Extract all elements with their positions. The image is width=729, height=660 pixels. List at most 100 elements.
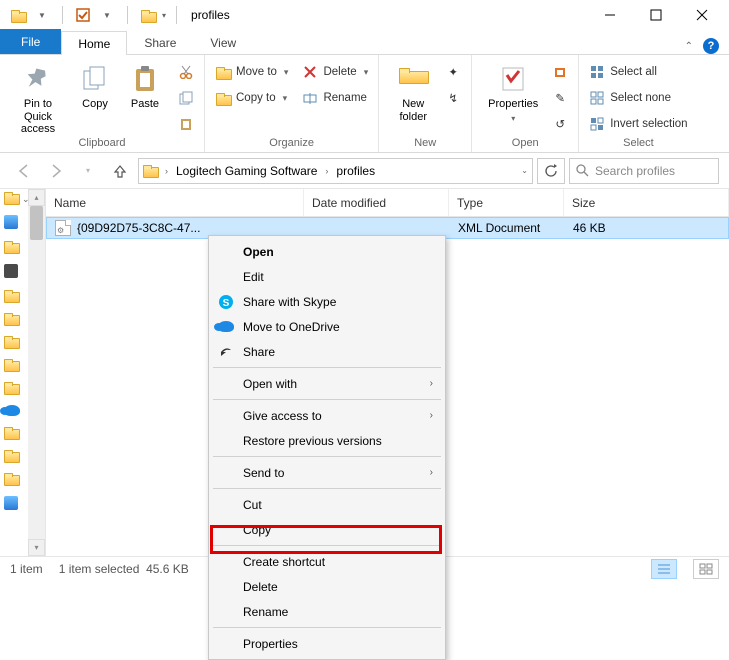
group-label-clipboard: Clipboard: [0, 137, 204, 152]
easy-access-button[interactable]: ↯: [445, 87, 461, 109]
thumbnails-view-button[interactable]: [693, 559, 719, 579]
ctx-copy[interactable]: Copy: [211, 517, 443, 542]
refresh-button[interactable]: [537, 158, 565, 184]
delete-button[interactable]: Delete▾: [302, 61, 368, 83]
edit-button[interactable]: ✎: [552, 87, 568, 109]
new-folder-button[interactable]: New folder: [389, 59, 437, 123]
move-to-button[interactable]: Move to▾: [215, 61, 288, 83]
scroll-thumb[interactable]: [30, 206, 43, 240]
sidebar-folder-icon[interactable]: [4, 427, 18, 438]
sidebar-scrollbar[interactable]: ▴ ▾: [28, 189, 45, 556]
tab-home[interactable]: Home: [61, 31, 127, 55]
history-dropdown-icon[interactable]: ▾: [74, 157, 102, 185]
select-all-button[interactable]: Select all: [589, 61, 687, 83]
sidebar-folder-icon[interactable]: [4, 336, 18, 347]
checkbox-icon[interactable]: [73, 5, 93, 25]
ctx-cut[interactable]: Cut: [211, 492, 443, 517]
sidebar-folder-icon[interactable]: [4, 450, 18, 461]
new-item-button[interactable]: ✦: [445, 61, 461, 83]
tab-file[interactable]: File: [0, 29, 61, 54]
folder-icon: [8, 5, 28, 25]
forward-button[interactable]: [42, 157, 70, 185]
invert-icon: [589, 116, 605, 132]
close-button[interactable]: [679, 1, 725, 29]
paste-label: Paste: [131, 98, 159, 111]
sidebar-folder-icon[interactable]: [4, 192, 18, 203]
column-header-size[interactable]: Size: [564, 189, 729, 216]
qat-dropdown-icon[interactable]: ▾: [162, 11, 166, 20]
sidebar-onedrive-icon[interactable]: [4, 405, 20, 415]
ctx-edit[interactable]: Edit: [211, 264, 443, 289]
chevron-down-icon: ▾: [281, 93, 288, 104]
address-bar[interactable]: › Logitech Gaming Software › profiles ⌄: [138, 158, 533, 184]
select-none-button[interactable]: Select none: [589, 87, 687, 109]
sidebar-folder-icon[interactable]: [4, 359, 18, 370]
details-view-button[interactable]: [651, 559, 677, 579]
invert-selection-button[interactable]: Invert selection: [589, 113, 687, 135]
sidebar-folder-icon[interactable]: [4, 290, 18, 301]
sidebar-folder-icon[interactable]: [4, 241, 18, 252]
column-headers: Name Date modified Type Size: [46, 189, 729, 217]
ctx-open-with[interactable]: Open with›: [211, 371, 443, 396]
ctx-share-skype[interactable]: SShare with Skype: [211, 289, 443, 314]
copy-to-button[interactable]: Copy to▾: [215, 87, 288, 109]
ctx-move-onedrive[interactable]: Move to OneDrive: [211, 314, 443, 339]
search-input[interactable]: Search profiles: [569, 158, 719, 184]
history-button[interactable]: ↺: [552, 113, 568, 135]
copy-icon: [79, 63, 111, 95]
sidebar-folder-icon[interactable]: [4, 313, 18, 324]
copy-button[interactable]: Copy: [74, 59, 116, 111]
sidebar-thispc-icon[interactable]: [4, 496, 18, 510]
maximize-button[interactable]: [633, 1, 679, 29]
help-icon[interactable]: ?: [703, 38, 719, 54]
ctx-open[interactable]: Open: [211, 239, 443, 264]
tab-view[interactable]: View: [193, 30, 253, 54]
file-type: XML Document: [450, 221, 565, 235]
sidebar-folder-icon[interactable]: [4, 473, 18, 484]
column-header-date[interactable]: Date modified: [304, 189, 449, 216]
minimize-button[interactable]: [587, 1, 633, 29]
chevron-down-icon: ▾: [282, 67, 289, 78]
scroll-up-button[interactable]: ▴: [28, 189, 45, 206]
qat-dropdown-icon[interactable]: ▼: [97, 5, 117, 25]
up-button[interactable]: [106, 157, 134, 185]
ctx-send-to[interactable]: Send to›: [211, 460, 443, 485]
breadcrumb[interactable]: profiles: [336, 164, 375, 178]
breadcrumb[interactable]: Logitech Gaming Software: [176, 164, 317, 178]
ctx-create-shortcut[interactable]: Create shortcut: [211, 549, 443, 574]
sidebar-desktop-icon[interactable]: [4, 215, 18, 229]
ctx-properties[interactable]: Properties: [211, 631, 443, 656]
rename-button[interactable]: Rename: [302, 87, 368, 109]
ctx-give-access[interactable]: Give access to›: [211, 403, 443, 428]
navigation-bar: ▾ › Logitech Gaming Software › profiles …: [0, 153, 729, 189]
column-header-type[interactable]: Type: [449, 189, 564, 216]
tab-share[interactable]: Share: [127, 30, 193, 54]
back-button[interactable]: [10, 157, 38, 185]
ctx-delete[interactable]: Delete: [211, 574, 443, 599]
sidebar-drive-icon[interactable]: [4, 264, 18, 278]
ctx-restore-versions[interactable]: Restore previous versions: [211, 428, 443, 453]
cut-button[interactable]: [178, 61, 194, 83]
pin-to-quick-access-button[interactable]: Pin to Quick access: [10, 59, 66, 136]
new-item-icon: ✦: [445, 64, 461, 80]
qat-dropdown-icon[interactable]: ▼: [32, 5, 52, 25]
chevron-right-icon[interactable]: ›: [321, 166, 332, 176]
column-header-name[interactable]: Name: [46, 189, 304, 216]
cut-icon: [178, 64, 194, 80]
scroll-down-button[interactable]: ▾: [28, 539, 45, 556]
ribbon-group-select: Select all Select none Invert selection …: [579, 55, 697, 152]
ctx-rename[interactable]: Rename: [211, 599, 443, 624]
paste-button[interactable]: Paste: [124, 59, 166, 111]
open-button[interactable]: [552, 61, 568, 83]
paste-shortcut-button[interactable]: [178, 113, 194, 135]
collapse-ribbon-icon[interactable]: ⌃: [685, 41, 693, 52]
sidebar-folder-icon[interactable]: [4, 382, 18, 393]
delete-x-icon: [302, 64, 318, 80]
properties-button[interactable]: Properties ▾: [482, 59, 544, 123]
group-label-select: Select: [579, 137, 697, 152]
ribbon-group-organize: Move to▾ Copy to▾ Delete▾ Rename Organiz…: [205, 55, 379, 152]
ctx-share[interactable]: Share: [211, 339, 443, 364]
copy-path-button[interactable]: [178, 87, 194, 109]
chevron-right-icon[interactable]: ›: [161, 166, 172, 176]
chevron-down-icon[interactable]: ⌄: [521, 166, 528, 175]
